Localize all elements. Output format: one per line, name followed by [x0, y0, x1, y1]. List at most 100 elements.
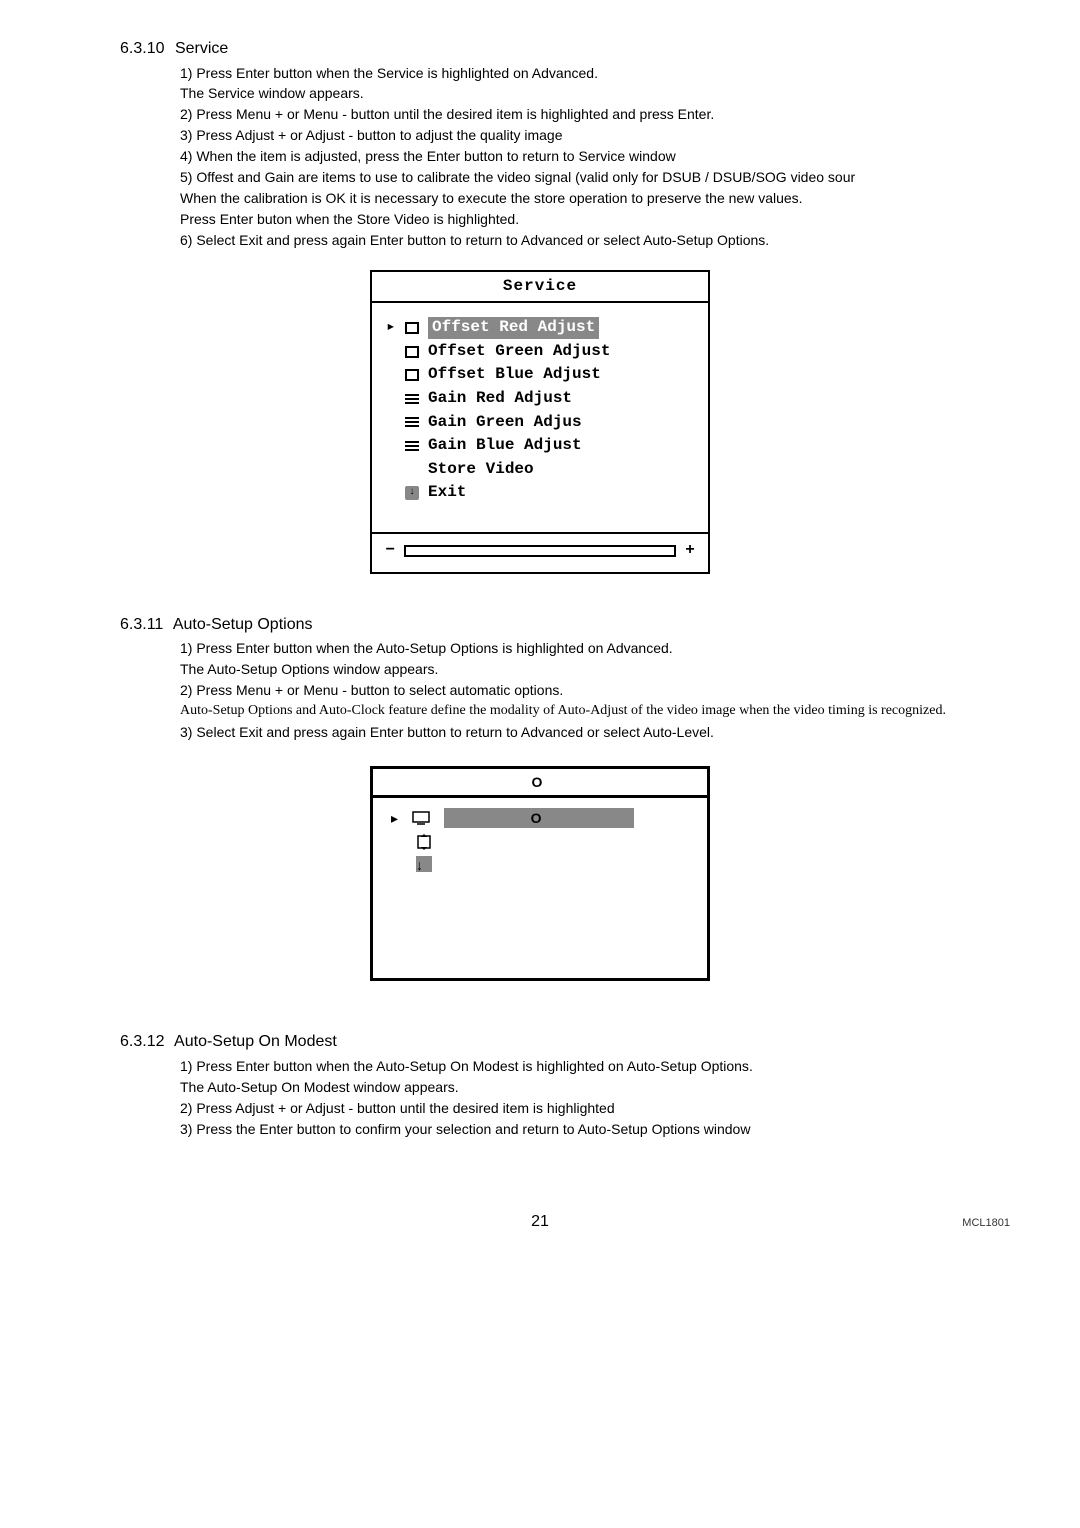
- text: .: [594, 65, 598, 81]
- text: is highlighted.: [430, 211, 520, 227]
- text: When the calibration is OK it is necessa…: [180, 189, 1020, 208]
- pointer-icon: ▸: [386, 317, 396, 339]
- osd-title: O: [373, 769, 707, 799]
- text: 3) Select: [180, 724, 239, 740]
- text: window appears.: [350, 1079, 459, 1095]
- text: 1) Press: [180, 640, 236, 656]
- text: Enter: [259, 1121, 292, 1137]
- steps-autosetup-options: 1) Press Enter button when the Auto-Setu…: [180, 639, 1020, 741]
- text: Auto-Setup Options: [627, 1058, 749, 1074]
- section-heading-service: 6.3.10 Service: [120, 38, 1020, 60]
- square-icon: [404, 368, 420, 382]
- text: is highlighted on: [519, 1058, 627, 1074]
- text: Enter: [236, 1058, 269, 1074]
- osd-title: Service: [372, 272, 708, 304]
- text: 3) Press Adjust + or Adjust - button to …: [180, 126, 1020, 145]
- text: Enter: [220, 211, 253, 227]
- bars-icon: [404, 415, 420, 429]
- text: 6) Select: [180, 232, 239, 248]
- exit-icon: ↓: [404, 486, 420, 500]
- osd-item-row-2[interactable]: [391, 834, 689, 850]
- text: .: [749, 1058, 753, 1074]
- osd-item-label: Store Video: [428, 459, 534, 481]
- text: Auto-Setup Options: [376, 640, 498, 656]
- osd-item-label: Exit: [428, 482, 466, 504]
- text: Enter: [427, 148, 460, 164]
- text: 1) Press: [180, 65, 236, 81]
- text: Exit: [239, 724, 262, 740]
- section-heading-autosetup-modest: 6.3.12 Auto-Setup On Modest: [120, 1031, 1020, 1053]
- text: window appears.: [329, 661, 438, 677]
- osd-item-offset-blue[interactable]: Offset Blue Adjust: [386, 364, 692, 386]
- text: Enter: [370, 232, 403, 248]
- text: Enter: [236, 65, 269, 81]
- monitor-icon: [408, 811, 434, 825]
- osd-selected-label: O: [444, 808, 634, 828]
- text: Auto-Setup On Modest: [376, 1058, 518, 1074]
- text: Auto-Setup On Modest: [207, 1079, 349, 1095]
- text: or select: [583, 724, 643, 740]
- text: The: [180, 85, 208, 101]
- osd-slider[interactable]: − +: [372, 532, 708, 572]
- slider-track: [404, 545, 676, 557]
- bars-icon: [404, 439, 420, 453]
- square-icon: [404, 321, 420, 335]
- text: is highlighted on: [498, 640, 606, 656]
- text: window: [700, 1121, 751, 1137]
- text: Advanced: [521, 724, 583, 740]
- text: 2) Press Menu + or Menu - button until t…: [180, 105, 1020, 124]
- section-number: 6.3.11: [120, 616, 163, 633]
- text: window: [625, 148, 676, 164]
- text: 2) Press Adjust + or Adjust - button unt…: [180, 1099, 1020, 1118]
- text: .: [669, 640, 673, 656]
- text: .: [710, 724, 714, 740]
- text: Service: [208, 85, 255, 101]
- text: Service: [578, 148, 625, 164]
- text: Service: [377, 65, 424, 81]
- osd-item-label: Gain Red Adjust: [428, 388, 572, 410]
- section-heading-autosetup-options: 6.3.11 Auto-Setup Options: [120, 614, 1020, 636]
- text: 5) Offest and Gain are items to use to c…: [180, 168, 1020, 187]
- osd-item-label: Gain Green Adjus: [428, 412, 582, 434]
- text: Auto-Setup Options: [207, 661, 329, 677]
- osd-item-gain-green[interactable]: Gain Green Adjus: [386, 412, 692, 434]
- osd-item-row-3[interactable]: ↓: [391, 856, 689, 872]
- osd-item-exit[interactable]: ↓ Exit: [386, 482, 692, 504]
- text: or select: [583, 232, 643, 248]
- osd-item-offset-red[interactable]: ▸ Offset Red Adjust: [386, 317, 692, 339]
- text: Advanced: [607, 640, 669, 656]
- osd-item-row-1[interactable]: ▸ O: [391, 808, 689, 828]
- text: The: [180, 661, 207, 677]
- text: window appears.: [255, 85, 364, 101]
- text: button to return to: [403, 724, 521, 740]
- text: 3) Press the: [180, 1121, 259, 1137]
- osd-service-window: Service ▸ Offset Red Adjust Offset Green…: [370, 270, 710, 574]
- osd-item-store-video[interactable]: Store Video: [386, 459, 692, 481]
- osd-item-offset-green[interactable]: Offset Green Adjust: [386, 341, 692, 363]
- osd-item-gain-blue[interactable]: Gain Blue Adjust: [386, 435, 692, 457]
- text: Advanced: [532, 65, 594, 81]
- text: is highlighted on: [424, 65, 532, 81]
- text: button when the: [269, 1058, 376, 1074]
- text: Advanced: [521, 232, 583, 248]
- text: 4) When the item is adjusted, press the: [180, 148, 427, 164]
- text: and press again: [262, 232, 369, 248]
- exit-icon: ↓: [411, 856, 437, 872]
- osd-item-gain-red[interactable]: Gain Red Adjust: [386, 388, 692, 410]
- text: buton when the: [253, 211, 357, 227]
- text: Exit: [239, 232, 262, 248]
- text: Press: [180, 211, 220, 227]
- square-icon: [404, 345, 420, 359]
- steps-service: 1) Press Enter button when the Service i…: [180, 64, 1020, 250]
- section-title: Auto-Setup On Modest: [174, 1033, 337, 1050]
- text: button to return to: [403, 232, 521, 248]
- text: button when the: [269, 640, 376, 656]
- osd-item-label: Offset Green Adjust: [428, 341, 610, 363]
- osd-item-label: Offset Blue Adjust: [428, 364, 601, 386]
- bars-icon: [404, 392, 420, 406]
- text: Enter: [236, 640, 269, 656]
- text: button to confirm your selection and ret…: [293, 1121, 578, 1137]
- resize-icon: [411, 834, 437, 850]
- section-title: Auto-Setup Options: [173, 616, 313, 633]
- text: 2) Press Menu + or Menu - button to sele…: [180, 681, 1020, 700]
